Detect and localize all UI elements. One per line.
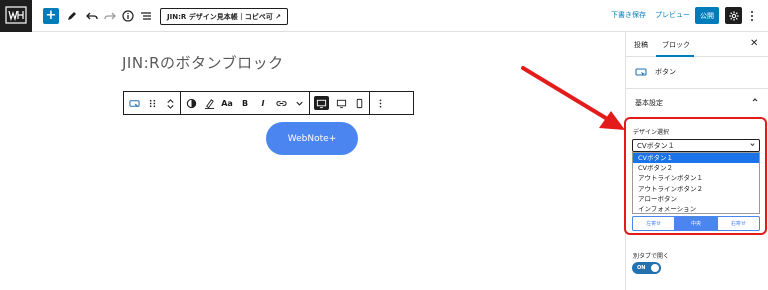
active-tab-indicator — [656, 55, 694, 57]
chevron-up-icon[interactable] — [751, 96, 759, 106]
post-title[interactable]: JIN:Rのボタンブロック — [122, 52, 284, 73]
chevron-down-icon[interactable] — [293, 96, 305, 110]
dropdown-option[interactable]: CVボタン１ — [633, 153, 759, 164]
editor-app: + JIN:R デザイン見本帳｜コピペ可 ↗ 下書き保存 プレビュー 公開 JI… — [0, 0, 768, 290]
block-name: ボタン — [655, 68, 676, 76]
dropdown-option[interactable]: インフォメーション — [633, 204, 759, 214]
tab-post[interactable]: 投稿 — [634, 40, 648, 50]
button-block-icon — [635, 68, 647, 76]
add-block-button[interactable]: + — [43, 8, 59, 24]
save-draft-button[interactable]: 下書き保存 — [611, 10, 646, 20]
block-card: ボタン — [635, 66, 676, 78]
design-dropdown: CVボタン１ CVボタン２ アウトラインボタン１ アウトラインボタン２ アローボ… — [632, 152, 760, 214]
kebab-icon[interactable] — [747, 8, 757, 24]
logo-icon[interactable] — [0, 0, 32, 32]
align-center-button[interactable]: 中央 — [675, 217, 718, 230]
pen-icon[interactable] — [66, 6, 78, 26]
toolbar-group-device — [310, 92, 370, 114]
dropdown-option[interactable]: アウトラインボタン１ — [633, 173, 759, 183]
link-icon[interactable] — [275, 96, 287, 110]
align-right-button[interactable]: 右寄せ — [718, 217, 759, 230]
dropdown-option[interactable]: CVボタン２ — [633, 163, 759, 173]
sidebar-tabs: 投稿 ブロック ✕ — [626, 32, 768, 57]
new-tab-toggle[interactable]: ON — [632, 262, 661, 274]
top-toolbar: + JIN:R デザイン見本帳｜コピペ可 ↗ 下書き保存 プレビュー 公開 — [0, 0, 768, 32]
toolbar-group-block — [124, 92, 181, 114]
alignment-button-group: 左寄せ 中央 右寄せ — [632, 216, 760, 231]
dropdown-option[interactable]: アウトラインボタン２ — [633, 184, 759, 194]
gear-icon[interactable] — [725, 7, 742, 24]
toolbar-group-more — [370, 92, 390, 114]
webnote-button[interactable]: WebNote+ — [266, 122, 358, 155]
redo-icon[interactable] — [104, 6, 116, 26]
button-block-icon[interactable] — [128, 96, 140, 110]
mobile-icon[interactable] — [353, 96, 365, 110]
toolbar-group-format: Aa B I — [181, 92, 310, 114]
align-left-button[interactable]: 左寄せ — [633, 217, 676, 230]
design-select-label: デザイン選択 — [633, 129, 670, 136]
undo-icon[interactable] — [86, 6, 98, 26]
drag-icon[interactable] — [146, 96, 158, 110]
list-view-icon[interactable] — [140, 6, 152, 26]
move-arrows-icon[interactable] — [164, 96, 176, 110]
tab-block[interactable]: ブロック — [662, 40, 690, 50]
font-size-button[interactable]: Aa — [221, 96, 233, 110]
block-toolbar: Aa B I — [123, 91, 414, 115]
new-tab-label: 別タブで開く — [633, 253, 670, 260]
info-icon[interactable] — [122, 6, 134, 26]
dropdown-option[interactable]: アローボタン — [633, 194, 759, 204]
section-title[interactable]: 基本設定 — [635, 98, 663, 108]
close-icon[interactable]: ✕ — [750, 38, 758, 49]
bold-button[interactable]: B — [239, 96, 251, 110]
annotation-arrow — [521, 66, 625, 130]
kebab-icon[interactable] — [374, 96, 386, 110]
desktop-icon[interactable] — [314, 96, 329, 110]
document-title-button[interactable]: JIN:R デザイン見本帳｜コピペ可 ↗ — [160, 8, 288, 25]
toggle-knob — [651, 264, 659, 272]
design-select[interactable]: CVボタン１ — [632, 139, 760, 152]
publish-button[interactable]: 公開 — [695, 7, 719, 24]
divider — [626, 88, 768, 89]
preview-button[interactable]: プレビュー — [655, 10, 690, 20]
select-value: CVボタン１ — [637, 141, 675, 150]
toggle-label: ON — [637, 265, 646, 271]
style-icon[interactable] — [185, 96, 197, 110]
highlight-icon[interactable] — [203, 96, 215, 110]
tablet-icon[interactable] — [335, 96, 347, 110]
chevron-down-icon — [749, 141, 756, 150]
italic-button[interactable]: I — [257, 96, 269, 110]
